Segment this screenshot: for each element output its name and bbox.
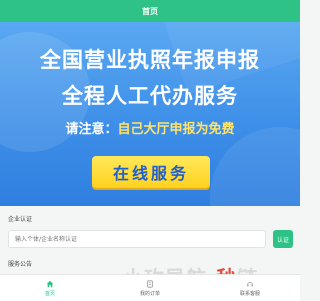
page-title: 首页 [142, 6, 158, 16]
banner-notice-prefix: 请注意： [65, 122, 118, 137]
company-name-input[interactable] [8, 230, 266, 248]
tab-label: 联系客服 [239, 290, 260, 297]
banner-notice-highlight: 自己大厅申报为免费 [117, 122, 235, 137]
tab-home[interactable]: 首页 [0, 275, 100, 301]
banner-subheadline: 全程人工代办服务 [62, 84, 238, 108]
company-auth-search: 认证 [8, 230, 293, 248]
customer-service-icon [247, 281, 253, 286]
tab-customer-service[interactable]: 联系客服 [200, 275, 300, 301]
bottom-tab-bar: 首页 我的订单 联系客服 [0, 274, 300, 301]
banner-decoration [210, 127, 300, 206]
tab-orders[interactable]: 我的订单 [100, 275, 200, 301]
banner-notice: 请注意：自己大厅申报为免费 [0, 118, 300, 137]
top-bar: 首页 [0, 0, 300, 22]
promo-banner[interactable]: 全国营业执照年报申报 全程人工代办服务 请注意：自己大厅申报为免费 在线服务 [0, 22, 300, 206]
online-service-button[interactable]: 在线服务 [92, 156, 210, 188]
banner-headline: 全国营业执照年报申报 [40, 48, 260, 72]
tab-label: 首页 [44, 290, 55, 297]
order-icon [147, 279, 153, 288]
tab-label: 我的订单 [139, 290, 160, 297]
auth-button[interactable]: 认证 [273, 230, 293, 248]
company-auth-title: 企业认证 [8, 216, 33, 223]
home-icon [46, 280, 54, 287]
service-notice-title: 服务公告 [8, 261, 33, 268]
